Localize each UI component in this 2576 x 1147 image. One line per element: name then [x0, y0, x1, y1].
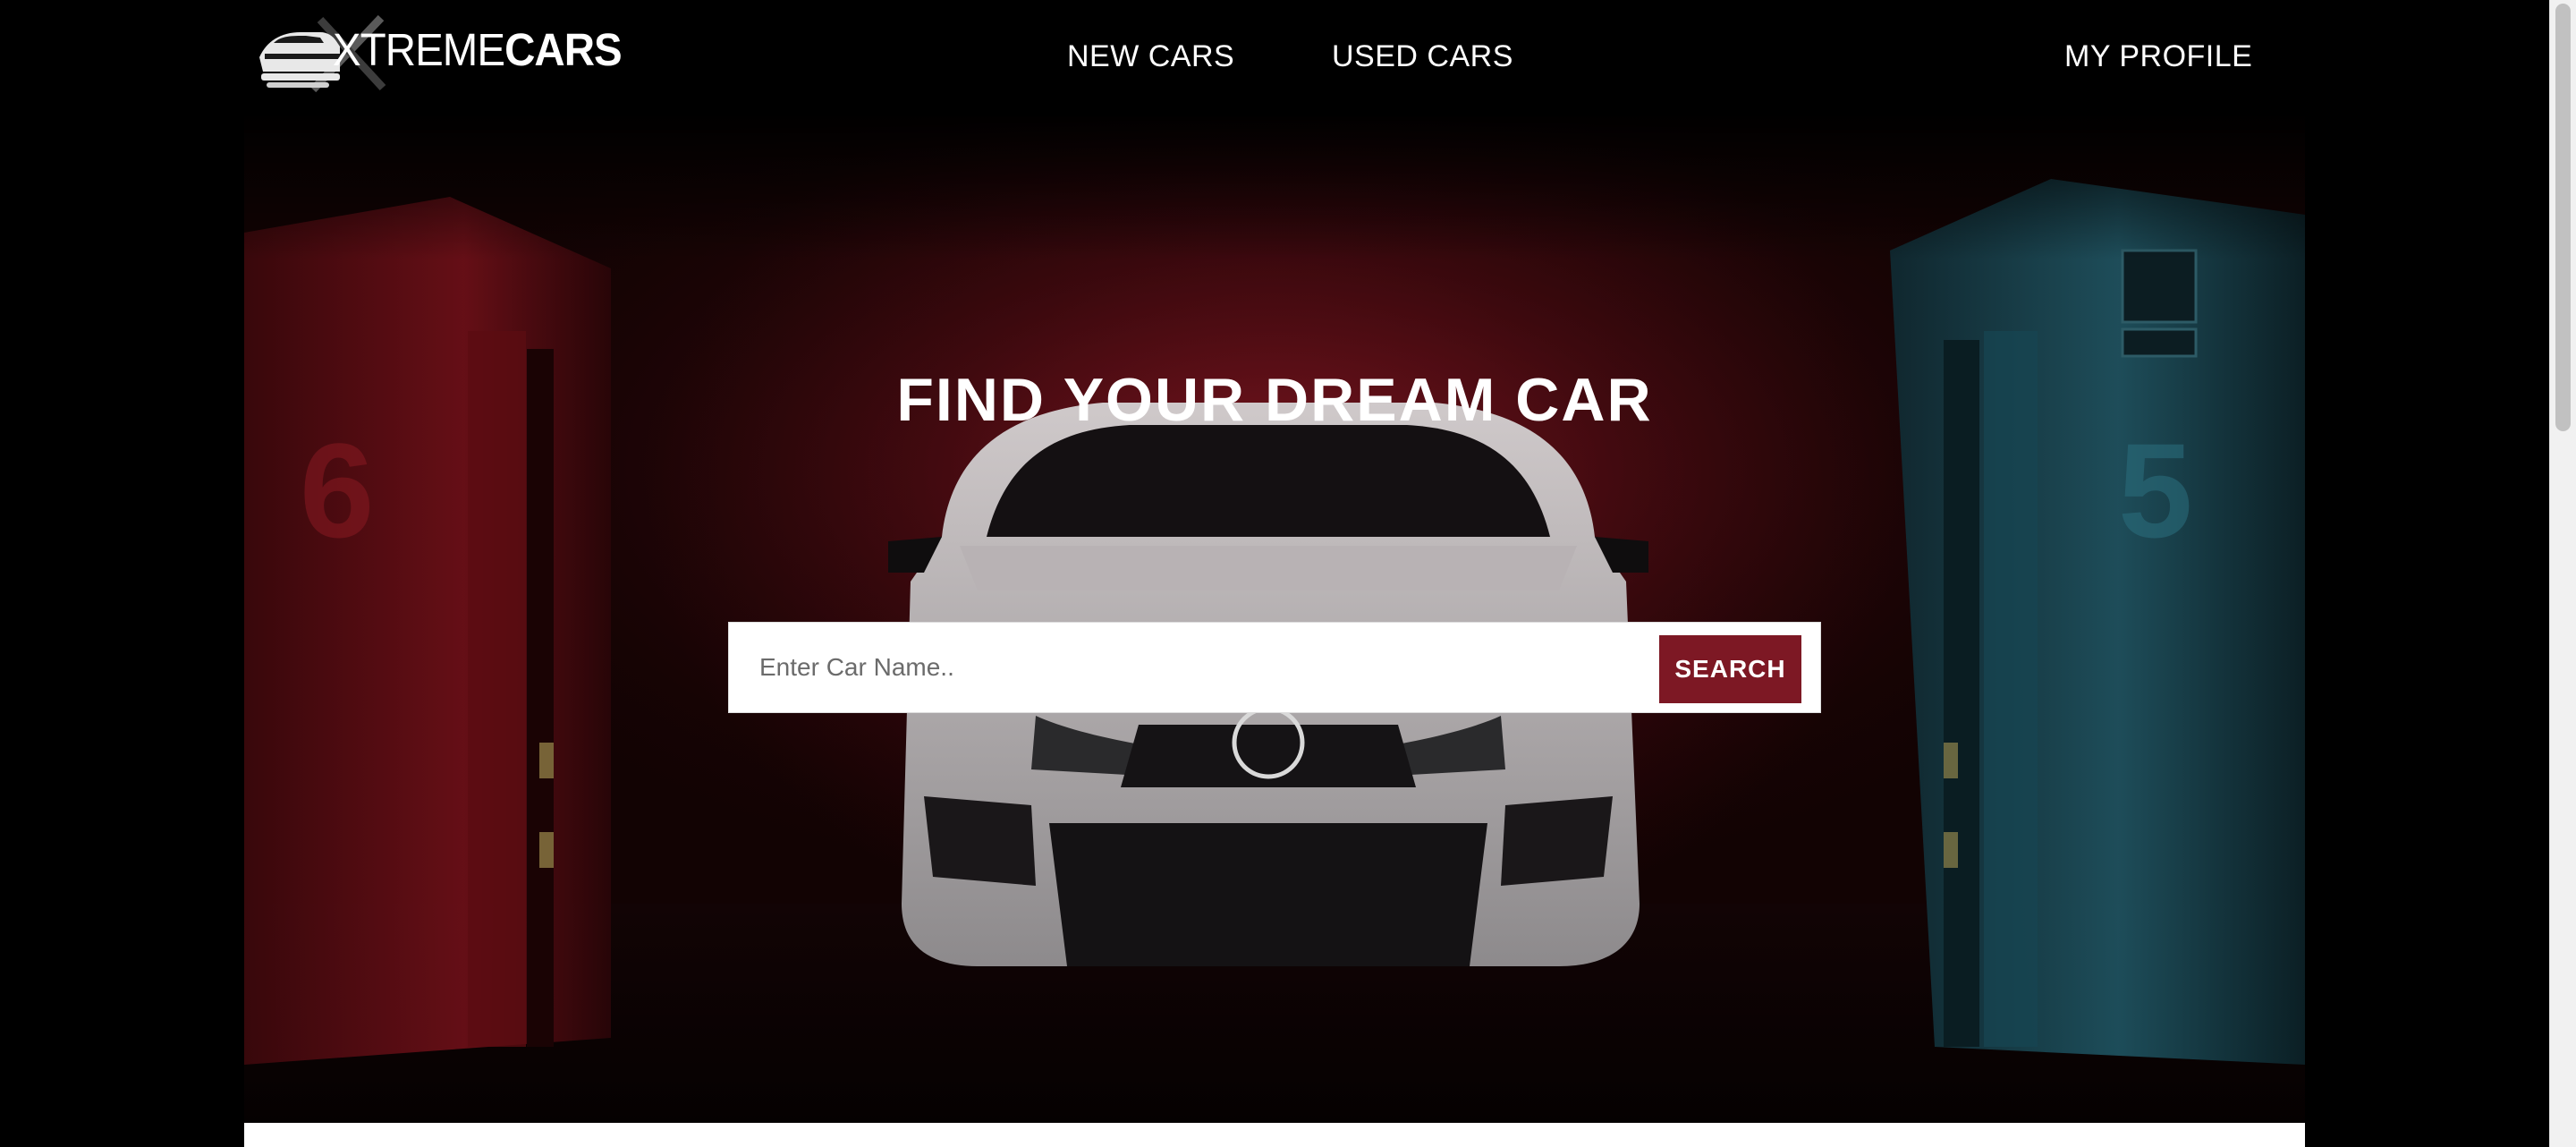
hero-banner: 6 5 FIND YOUR DREAM CAR Enter Car Name..…	[244, 116, 2305, 1123]
content-area-top	[244, 1123, 2305, 1147]
car-search-input[interactable]	[729, 623, 1650, 712]
logo-wordmark: XTREMECARS	[333, 24, 623, 75]
site-logo[interactable]: XTREMECARS	[258, 11, 623, 93]
search-button[interactable]: SEARCH	[1659, 635, 1801, 703]
search-bar	[728, 622, 1821, 713]
scrollbar-thumb[interactable]	[2555, 4, 2571, 431]
svg-text:5: 5	[2118, 415, 2192, 565]
svg-text:6: 6	[300, 415, 374, 565]
vertical-scrollbar[interactable]	[2549, 0, 2576, 1147]
nav-used-cars[interactable]: USED CARS	[1332, 39, 1513, 74]
hero-title: FIND YOUR DREAM CAR	[896, 366, 1653, 434]
page: XTREMECARS NEW CARS USED CARS MY PROFILE	[0, 0, 2549, 1147]
site-header: XTREMECARS NEW CARS USED CARS MY PROFILE	[0, 0, 2549, 116]
hero-car-image: 6 5	[244, 116, 2305, 1123]
nav-my-profile[interactable]: MY PROFILE	[2064, 39, 2252, 74]
nav-new-cars[interactable]: NEW CARS	[1067, 39, 1234, 74]
